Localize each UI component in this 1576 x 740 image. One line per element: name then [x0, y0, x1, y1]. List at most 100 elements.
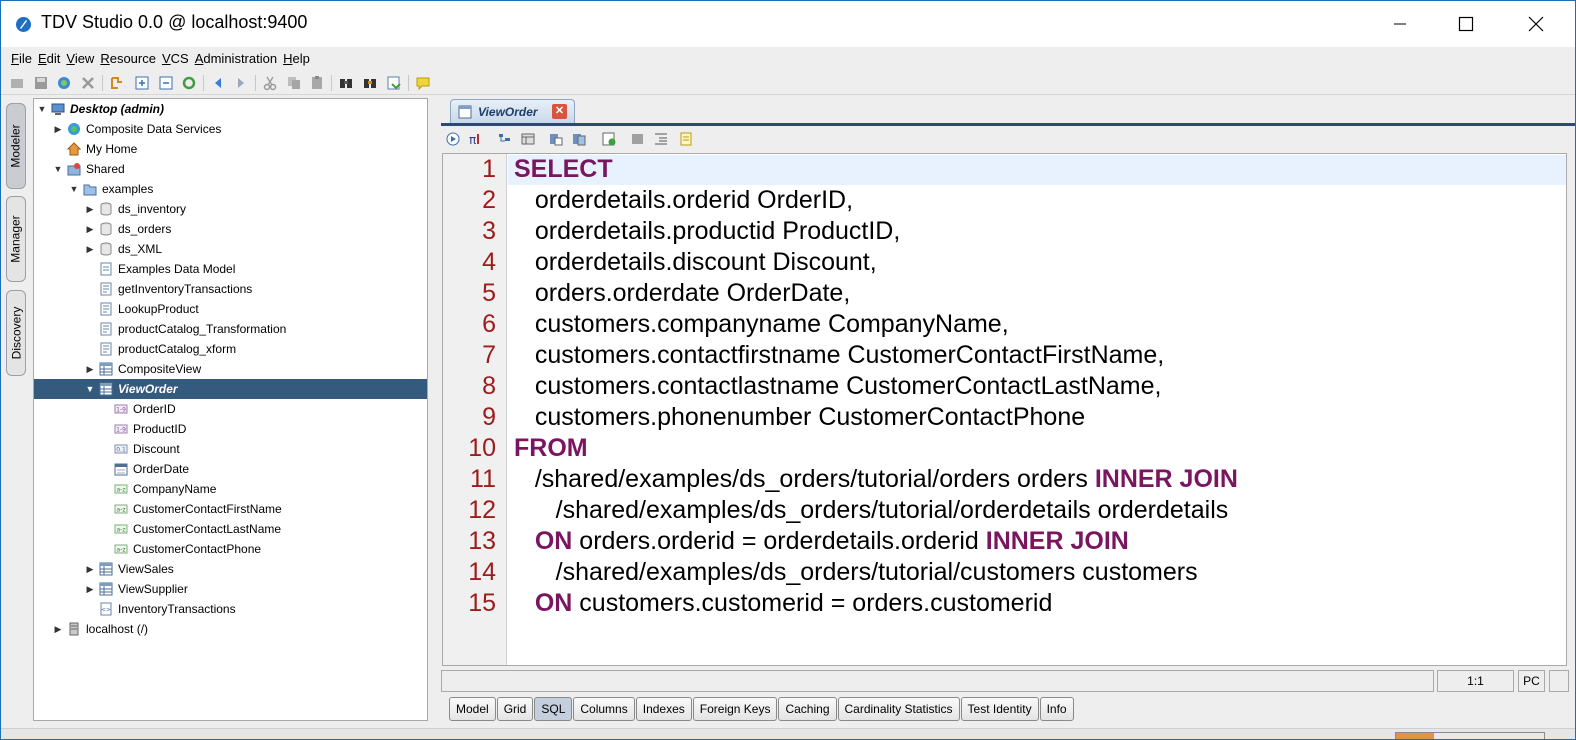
- tree-node-desktop[interactable]: ▼ Desktop (admin): [36, 99, 164, 119]
- memory-usage-bar[interactable]: [1395, 732, 1545, 739]
- expand-arrow-icon[interactable]: ▶: [84, 564, 96, 575]
- paste-icon[interactable]: [309, 75, 325, 91]
- collapse-arrow-icon[interactable]: ▼: [36, 104, 48, 114]
- new-icon[interactable]: [9, 75, 25, 91]
- menu-vcs[interactable]: VCS: [162, 51, 189, 66]
- execute-icon[interactable]: [445, 131, 461, 147]
- tab-discovery[interactable]: Discovery: [6, 290, 26, 376]
- find-icon[interactable]: [338, 75, 354, 91]
- svg-text:1-9: 1-9: [116, 427, 126, 434]
- tree-node-composite-data-services[interactable]: ▶ Composite Data Services: [52, 119, 222, 139]
- insert-function-icon[interactable]: [548, 131, 564, 147]
- close-tab-icon[interactable]: ✕: [552, 104, 567, 119]
- tab-modeler[interactable]: Modeler: [6, 103, 26, 189]
- tab-caching[interactable]: Caching: [778, 697, 837, 721]
- tree-node-column-contact-first[interactable]: a-z CustomerContactFirstName: [114, 499, 282, 519]
- tree-node-product-catalog-transformation[interactable]: productCatalog_Transformation: [99, 319, 286, 339]
- add-table-icon[interactable]: [520, 131, 536, 147]
- refresh-tree-icon[interactable]: [109, 75, 125, 91]
- tree-node-my-home[interactable]: My Home: [67, 139, 137, 159]
- format-query-icon[interactable]: [497, 131, 513, 147]
- tree-node-examples-data-model[interactable]: Examples Data Model: [99, 259, 235, 279]
- collapse-all-icon[interactable]: [158, 75, 174, 91]
- tab-grid[interactable]: Grid: [496, 697, 534, 721]
- tab-indexes[interactable]: Indexes: [635, 697, 692, 721]
- tree-node-localhost[interactable]: ▶ localhost (/): [52, 619, 149, 639]
- delete-icon[interactable]: [80, 75, 96, 91]
- tree-node-ds-orders[interactable]: ▶ ds_orders: [84, 219, 172, 239]
- menu-resource[interactable]: Resource: [100, 51, 156, 66]
- collapse-arrow-icon[interactable]: ▼: [68, 184, 80, 194]
- menu-view[interactable]: View: [66, 51, 94, 66]
- tree-node-lookup-product[interactable]: LookupProduct: [99, 299, 199, 319]
- expand-arrow-icon[interactable]: ▶: [84, 584, 96, 595]
- minimize-button[interactable]: [1365, 1, 1435, 47]
- tree-node-column-contact-phone[interactable]: a-z CustomerContactPhone: [114, 539, 261, 559]
- notes-icon[interactable]: [678, 131, 694, 147]
- decimal-column-icon: 0.1: [114, 444, 128, 454]
- tree-node-column-productid[interactable]: 1-9 ProductID: [114, 419, 186, 439]
- tab-model[interactable]: Model: [449, 697, 496, 721]
- tab-info[interactable]: Info: [1039, 697, 1074, 721]
- reload-icon[interactable]: [181, 75, 197, 91]
- tree-node-inventory-transactions[interactable]: <> InventoryTransactions: [99, 599, 236, 619]
- publish-icon[interactable]: [56, 75, 72, 91]
- xml-procedure-icon: <>: [100, 602, 112, 616]
- insert-resource-icon[interactable]: [571, 131, 587, 147]
- tab-manager[interactable]: Manager: [6, 196, 26, 282]
- tab-test-identity[interactable]: Test Identity: [960, 697, 1039, 721]
- copy-icon[interactable]: [286, 75, 302, 91]
- annotation-icon[interactable]: [415, 75, 431, 91]
- cut-icon[interactable]: [262, 75, 278, 91]
- tree-node-ds-xml[interactable]: ▶ ds_XML: [84, 239, 163, 259]
- menu-file[interactable]: File: [11, 51, 32, 66]
- tree-node-view-sales[interactable]: ▶ ViewSales: [84, 559, 174, 579]
- expand-arrow-icon[interactable]: ▶: [52, 124, 64, 135]
- forward-icon[interactable]: [233, 75, 249, 91]
- tree-node-ds-inventory[interactable]: ▶ ds_inventory: [84, 199, 187, 219]
- tree-node-column-orderdate[interactable]: OrderDate: [114, 459, 189, 479]
- tree-node-column-discount[interactable]: 0.1 Discount: [114, 439, 180, 459]
- show-execution-plan-icon[interactable]: π: [467, 131, 483, 147]
- tree-node-column-contact-last[interactable]: a-z CustomerContactLastName: [114, 519, 281, 539]
- expand-all-icon[interactable]: [134, 75, 150, 91]
- tree-node-view-supplier[interactable]: ▶ ViewSupplier: [84, 579, 188, 599]
- sql-editor[interactable]: 1 2 3 4 5 6 7 8 9 10 11 12 13 14 15 SELE…: [442, 153, 1567, 666]
- tab-sql[interactable]: SQL: [534, 697, 573, 721]
- import-icon[interactable]: [386, 75, 402, 91]
- add-column-icon[interactable]: [601, 131, 617, 147]
- tree-node-examples[interactable]: ▼ examples: [68, 179, 154, 199]
- menu-edit[interactable]: Edit: [38, 51, 60, 66]
- expand-arrow-icon[interactable]: ▶: [84, 204, 96, 215]
- tree-node-column-orderid[interactable]: 1-9 OrderID: [114, 399, 176, 419]
- save-icon[interactable]: [33, 75, 49, 91]
- expand-arrow-icon[interactable]: ▶: [84, 244, 96, 255]
- collapse-arrow-icon[interactable]: ▼: [84, 384, 96, 394]
- back-icon[interactable]: [210, 75, 226, 91]
- code-line: ON orders.orderid = orderdetails.orderid…: [514, 527, 1129, 556]
- expand-arrow-icon[interactable]: ▶: [52, 624, 64, 635]
- panel-splitter[interactable]: [431, 98, 437, 721]
- tree-node-view-order[interactable]: ▼ ViewOrder: [34, 379, 427, 399]
- tree-node-product-catalog-xform[interactable]: productCatalog_xform: [99, 339, 236, 359]
- tree-node-column-companyname[interactable]: a-z CompanyName: [114, 479, 216, 499]
- tree-node-get-inventory-transactions[interactable]: getInventoryTransactions: [99, 279, 252, 299]
- tab-columns[interactable]: Columns: [573, 697, 635, 721]
- editor-tab-vieworder[interactable]: ViewOrder ✕: [450, 99, 575, 123]
- maximize-button[interactable]: [1431, 1, 1501, 47]
- indent-icon[interactable]: [653, 131, 669, 147]
- tab-foreign-keys[interactable]: Foreign Keys: [692, 697, 778, 721]
- sql-keyword: ON: [534, 527, 573, 555]
- comment-icon[interactable]: [630, 131, 646, 147]
- expand-arrow-icon[interactable]: ▶: [84, 364, 96, 375]
- find-next-icon[interactable]: [362, 75, 378, 91]
- expand-arrow-icon[interactable]: ▶: [84, 224, 96, 235]
- menu-administration[interactable]: Administration: [195, 51, 277, 66]
- menu-help[interactable]: Help: [283, 51, 310, 66]
- tree-node-composite-view[interactable]: ▶ CompositeView: [84, 359, 202, 379]
- tab-cardinality-statistics[interactable]: Cardinality Statistics: [837, 697, 960, 721]
- collapse-arrow-icon[interactable]: ▼: [52, 164, 64, 174]
- tree-node-shared[interactable]: ▼ Shared: [52, 159, 125, 179]
- close-button[interactable]: [1501, 1, 1571, 47]
- editor-tab-label: ViewOrder: [478, 104, 538, 119]
